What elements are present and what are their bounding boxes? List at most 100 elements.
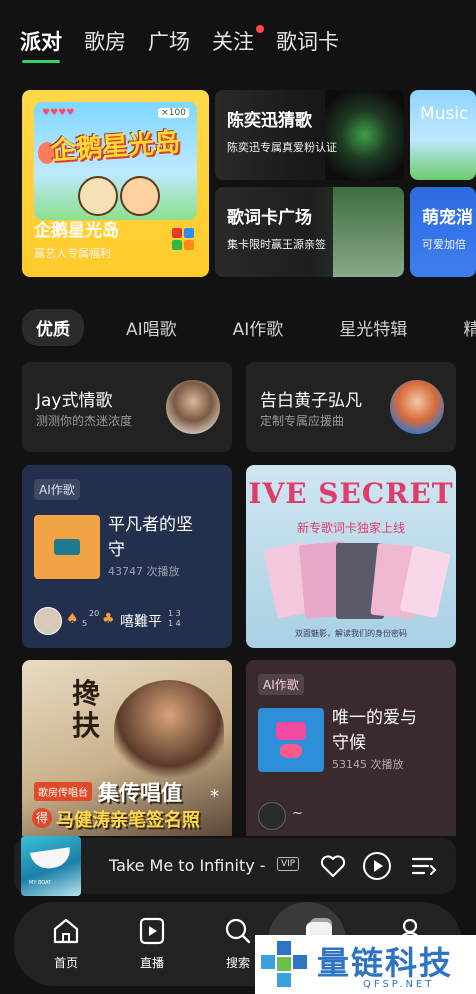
banner-subtitle: 可爱加倍 — [422, 238, 466, 251]
badge-get: 得 — [32, 808, 52, 828]
mini-player[interactable]: MY BOAT Take Me to Infinity - VIP — [14, 836, 456, 896]
nav-home[interactable]: 首页 — [36, 916, 96, 971]
ive-title: IVE SECRET — [248, 477, 454, 510]
banner-art-image — [333, 187, 404, 277]
avatar — [258, 802, 286, 830]
nav-live[interactable]: 直播 — [122, 916, 182, 971]
search-icon — [225, 918, 251, 944]
player-cover[interactable]: MY BOAT — [21, 836, 81, 896]
card-ai-song-2[interactable]: AI作歌 唯一的爱与 守候 53145 次播放 ~ — [246, 660, 456, 836]
banner-subtitle: 赢艺人专属福利 — [34, 247, 111, 260]
notification-dot — [256, 25, 264, 33]
vip-badge: VIP — [277, 857, 300, 871]
album-cover — [258, 708, 324, 772]
banner-title: 萌宠消 — [422, 208, 473, 228]
banner-title: 企鹅星光岛 — [34, 221, 119, 241]
superscript-a: 5 — [82, 619, 88, 628]
watermark-text: 量链科技 — [317, 944, 454, 982]
live-icon — [139, 917, 165, 945]
emoji-icon: ♣ — [102, 611, 115, 627]
tab-plaza[interactable]: 广场 — [148, 26, 190, 56]
song-title: 平凡者的坚 守 — [108, 513, 193, 563]
poster-subline: 马健涛亲笔签名照 — [56, 810, 200, 831]
superscript-d: 1 4 — [168, 619, 181, 628]
song-title-line2: 守候 — [332, 733, 366, 753]
chip-quality[interactable]: 优质 — [22, 309, 84, 346]
banner-title: 陈奕迅猜歌 — [227, 111, 312, 131]
cassette-icon — [54, 539, 80, 555]
card-jay-style-love-song[interactable]: Jay式情歌 测测你的杰迷浓度 — [22, 362, 232, 452]
card-confess-huang[interactable]: 告白黄子弘凡 定制专属应援曲 — [246, 362, 456, 452]
heart-icon[interactable] — [318, 851, 348, 881]
banner-lyric-card-plaza[interactable]: 歌词卡广场 集卡限时赢王源亲签 — [215, 187, 404, 277]
album-cover — [34, 515, 100, 579]
banner-title: 歌词卡广场 — [227, 208, 312, 228]
sparkle-icon: * — [210, 786, 219, 807]
avatar — [34, 607, 62, 635]
card-subtitle: 测测你的杰迷浓度 — [36, 414, 133, 428]
banner-title: Music — [420, 104, 469, 124]
ive-subtitle: 新专歌词卡独家上线 — [296, 521, 405, 535]
boat-icon — [29, 847, 73, 871]
mascot-icon — [120, 176, 160, 216]
user-name: ~ — [292, 806, 303, 821]
play-count: 53145 次播放 — [332, 758, 404, 771]
chip-featured[interactable]: 精选 — [449, 309, 476, 346]
song-title: 唯一的爱与 守候 — [332, 706, 417, 756]
banner-subtitle: 集卡限时赢王源亲签 — [227, 238, 326, 251]
nav-label: 直播 — [139, 956, 164, 970]
user-name: 嘻難平 — [120, 614, 162, 630]
banner-text: 陈奕迅猜歌 陈奕迅专属真爱粉认证 — [227, 106, 337, 155]
card-ive-secret[interactable]: IVE SECRET 新专歌词卡独家上线 双面魅影，解读我们的身份密码 — [246, 465, 456, 648]
avatar — [166, 380, 220, 434]
chip-star-special[interactable]: 星光特辑 — [325, 309, 421, 346]
tab-follow-label: 关注 — [212, 30, 254, 54]
play-count: 43747 次播放 — [108, 565, 180, 578]
card-ai-song-1[interactable]: AI作歌 平凡者的坚 守 43747 次播放 ♠ 5 20 ♣ 嘻難平 1 3 … — [22, 465, 232, 648]
ai-compose-tag: AI作歌 — [258, 674, 304, 695]
chip-ai-compose[interactable]: AI作歌 — [219, 309, 298, 346]
song-title-line1: 平凡者的坚 — [108, 515, 193, 535]
tab-lyric-card[interactable]: 歌词卡 — [276, 26, 339, 56]
tab-follow[interactable]: 关注 — [212, 25, 264, 56]
banner-text: 企鹅星光岛 赢艺人专属福利 — [34, 216, 119, 261]
banner-music[interactable]: Music — [410, 90, 476, 180]
hearts-icon: ♥♥♥♥ — [42, 108, 75, 118]
tab-party[interactable]: 派对 — [20, 26, 62, 63]
superscript-b: 20 — [89, 609, 100, 618]
banner-cute-pet[interactable]: 萌宠消 可爱加倍 — [410, 187, 476, 277]
banner-penguin-star-island[interactable]: ♥♥♥♥ ×100 企鹅星光岛 企鹅星光岛 赢艺人专属福利 — [22, 90, 209, 277]
ive-footer: 双面魅影，解读我们的身份密码 — [295, 629, 407, 638]
tab-song-room[interactable]: 歌房 — [84, 26, 126, 56]
mascot-icon — [78, 176, 118, 216]
banner-text: 萌宠消 可爱加倍 — [422, 203, 473, 252]
chat-bubble-icon — [276, 722, 306, 740]
banner-text: 歌词卡广场 集卡限时赢王源亲签 — [227, 203, 326, 252]
nav-label: 首页 — [53, 956, 78, 970]
game-pieces-icon — [172, 228, 196, 252]
home-icon — [53, 918, 79, 944]
filter-chip-bar: 优质 AI唱歌 AI作歌 星光特辑 精选 — [22, 309, 476, 346]
chip-ai-sing[interactable]: AI唱歌 — [112, 309, 191, 346]
poster-headline: 集传唱值 — [98, 781, 182, 805]
ai-compose-tag: AI作歌 — [34, 479, 80, 500]
emoji-icon: ♠ — [66, 611, 79, 627]
song-title-line2: 守 — [108, 540, 125, 560]
watermark-subtext: QFSP.NET — [363, 979, 435, 990]
superscript-c: 1 3 — [168, 609, 181, 618]
watermark: 量链科技 QFSP.NET — [255, 935, 476, 994]
play-icon[interactable] — [362, 851, 392, 881]
badge-song-room: 歌房传唱台 — [34, 782, 92, 801]
calligraphy-title: 搀扶 — [72, 677, 101, 742]
counter-badge: ×100 — [158, 108, 189, 118]
cover-caption: MY BOAT — [29, 880, 52, 886]
avatar — [390, 380, 444, 434]
card-subtitle: 定制专属应援曲 — [260, 414, 345, 428]
playlist-icon[interactable] — [410, 852, 438, 880]
banner-eason-guess[interactable]: 陈奕迅猜歌 陈奕迅专属真爱粉认证 — [215, 90, 404, 180]
banner-subtitle: 陈奕迅专属真爱粉认证 — [227, 141, 337, 154]
top-tab-bar: 派对 歌房 广场 关注 歌词卡 — [20, 25, 339, 63]
player-song-title: Take Me to Infinity - — [109, 856, 266, 875]
singer-photo — [114, 680, 224, 780]
card-song-room-poster[interactable]: 搀扶 歌房传唱台 集传唱值 得 马健涛亲笔签名照 * — [22, 660, 232, 836]
